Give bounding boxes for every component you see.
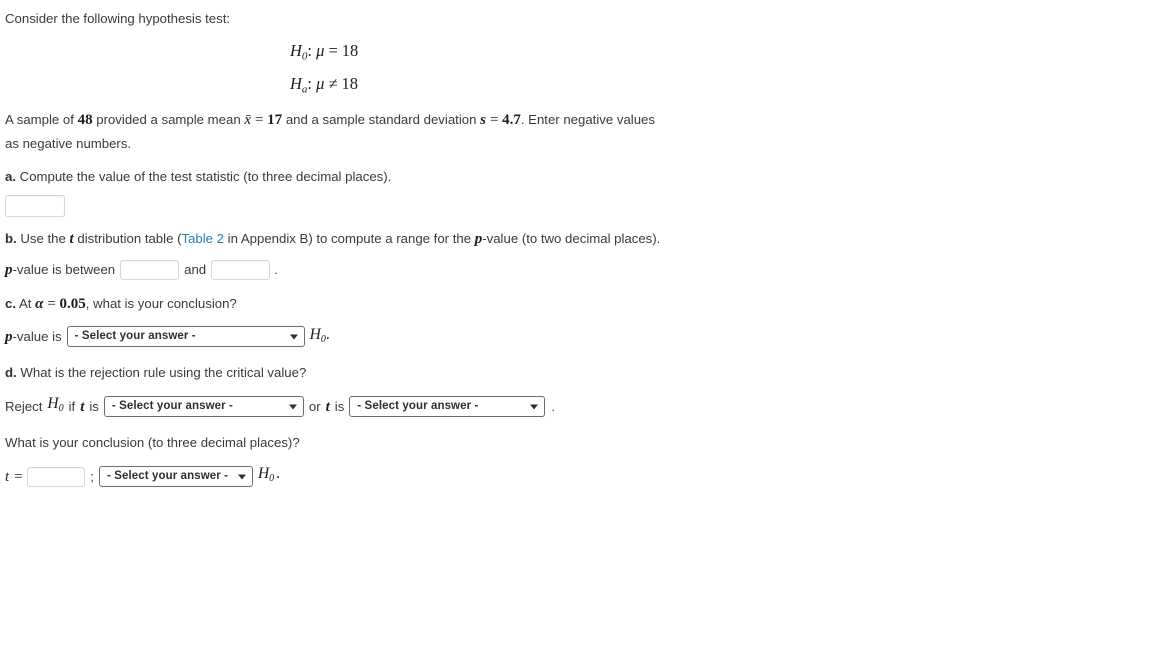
part-c-p-symbol: p: [5, 328, 13, 345]
sample-mean-value: 17: [267, 111, 283, 128]
sample-text-2: provided a sample mean: [96, 111, 241, 127]
sample-text-3: and a sample standard deviation: [285, 111, 477, 127]
conclusion-h-symbol: H: [257, 465, 270, 483]
part-b-t-symbol: t: [69, 230, 74, 247]
part-d-answer-row: Reject H0 if t is - Select your answer -…: [5, 392, 1152, 421]
null-hypothesis-operator: =: [328, 41, 338, 60]
part-b-text-4: -value (to two decimal places).: [482, 230, 661, 246]
null-hypothesis-colon: :: [307, 41, 317, 60]
part-b-label: b.: [5, 230, 17, 246]
part-c-row-suffix: .: [325, 325, 330, 343]
part-d-is-text: is: [89, 398, 99, 414]
chevron-down-icon: [288, 404, 297, 410]
chevron-down-icon: [289, 334, 298, 340]
alpha-equals: =: [46, 295, 57, 312]
p-value-conclusion-select[interactable]: - Select your answer -: [66, 326, 305, 348]
part-d-h0-label: H0: [47, 392, 63, 421]
part-c-label: c.: [5, 295, 16, 311]
part-c-question: c. At α = 0.05, what is your conclusion?: [5, 292, 650, 316]
part-b-question: b. Use the t distribution table (Table 2…: [5, 227, 665, 251]
conclusion-select-value: - Select your answer -: [106, 470, 229, 483]
part-d-h-symbol: H: [47, 395, 59, 413]
part-a-text: Compute the value of the test statistic …: [19, 168, 392, 184]
part-a-answer-row: [5, 194, 1152, 217]
alternative-hypothesis-symbol: H: [290, 74, 302, 94]
conclusion-answer-row: t = ; - Select your answer - H0.: [5, 462, 1152, 491]
conclusion-t-input[interactable]: [27, 466, 86, 487]
part-c-h0-label: H0.: [310, 323, 330, 352]
rejection-rule-select-1[interactable]: - Select your answer -: [103, 396, 304, 418]
part-c-answer-row: p -value is - Select your answer - H0.: [5, 323, 1152, 352]
part-b-text-2: distribution table (: [77, 230, 182, 246]
part-d-if-text: if: [68, 398, 76, 414]
alternative-hypothesis-colon: :: [307, 74, 317, 94]
intro-prompt: Consider the following hypothesis test:: [5, 11, 231, 26]
question-page: Consider the following hypothesis test: …: [0, 0, 1152, 491]
part-a-question: a. Compute the value of the test statist…: [5, 165, 650, 189]
alpha-value: 0.05: [59, 295, 86, 312]
null-hypothesis: H0: μ = 18: [290, 37, 1152, 70]
table-2-link[interactable]: Table 2: [181, 231, 224, 246]
chevron-down-icon: [237, 474, 246, 480]
conclusion-select[interactable]: - Select your answer -: [98, 466, 253, 488]
p-value-upper-input[interactable]: [211, 259, 271, 280]
sample-size-value: 48: [77, 111, 93, 128]
rejection-rule-select-2[interactable]: - Select your answer -: [349, 396, 546, 418]
null-hypothesis-symbol: H: [290, 41, 302, 60]
part-a-label: a.: [5, 168, 16, 184]
conclusion-h0-label: H0.: [258, 462, 280, 491]
alternative-hypothesis-operator: ≠: [328, 74, 338, 94]
p-value-range-prefix: -value is between: [12, 261, 116, 277]
part-d-question: d. What is the rejection rule using the …: [5, 361, 650, 385]
conclusion-question: What is your conclusion (to three decima…: [5, 435, 300, 451]
part-d-t-symbol: t: [80, 398, 85, 415]
part-d-h-subscript: 0: [58, 403, 64, 415]
p-value-range-p-symbol: p: [5, 261, 13, 278]
part-d-suffix: .: [551, 398, 555, 414]
sample-description: A sample of 48 provided a sample mean x̄…: [5, 108, 665, 156]
part-d-label: d.: [5, 365, 17, 381]
sample-text-1: A sample of: [5, 111, 74, 127]
part-c-row-prefix: -value is: [12, 328, 62, 344]
part-b-text-1: Use the: [20, 230, 66, 246]
p-value-range-row: p -value is between and .: [5, 258, 1152, 282]
test-statistic-input[interactable]: [5, 194, 65, 217]
sample-mean-equals: =: [254, 111, 265, 128]
part-d-t-symbol-2: t: [325, 398, 330, 415]
sample-sd-value: 4.7: [502, 111, 521, 128]
alternative-hypothesis: Ha: μ ≠ 18: [290, 70, 1152, 103]
alternative-hypothesis-value: 18: [341, 74, 359, 94]
p-value-conclusion-select-value: - Select your answer -: [74, 330, 196, 343]
hypothesis-block: H0: μ = 18 Ha: μ ≠ 18: [5, 37, 1152, 104]
rejection-rule-select-1-value: - Select your answer -: [111, 400, 233, 413]
conclusion-suffix: .: [276, 465, 281, 483]
part-d-is-text-2: is: [334, 398, 345, 414]
conclusion-semicolon: ;: [90, 468, 94, 484]
p-value-range-joiner: and: [184, 261, 207, 277]
part-c-text-2: , what is your conclusion?: [85, 295, 237, 311]
part-b-text-3: in Appendix B) to compute a range for th…: [227, 230, 472, 246]
rejection-rule-select-2-value: - Select your answer -: [357, 400, 479, 413]
sample-mean-symbol: x̄: [244, 111, 252, 128]
sample-sd-equals: =: [488, 111, 500, 128]
part-c-h-symbol: H: [309, 325, 321, 343]
chevron-down-icon: [530, 404, 539, 410]
part-d-reject-text: Reject: [5, 398, 43, 414]
conclusion-t-equals: =: [13, 468, 24, 485]
part-d-or-text: or: [308, 398, 321, 414]
part-d-text: What is the rejection rule using the cri…: [20, 365, 307, 381]
p-value-lower-input[interactable]: [120, 259, 180, 280]
part-c-text-1: At: [18, 295, 32, 311]
p-value-range-suffix: .: [274, 261, 278, 277]
null-hypothesis-value: 18: [341, 41, 359, 60]
